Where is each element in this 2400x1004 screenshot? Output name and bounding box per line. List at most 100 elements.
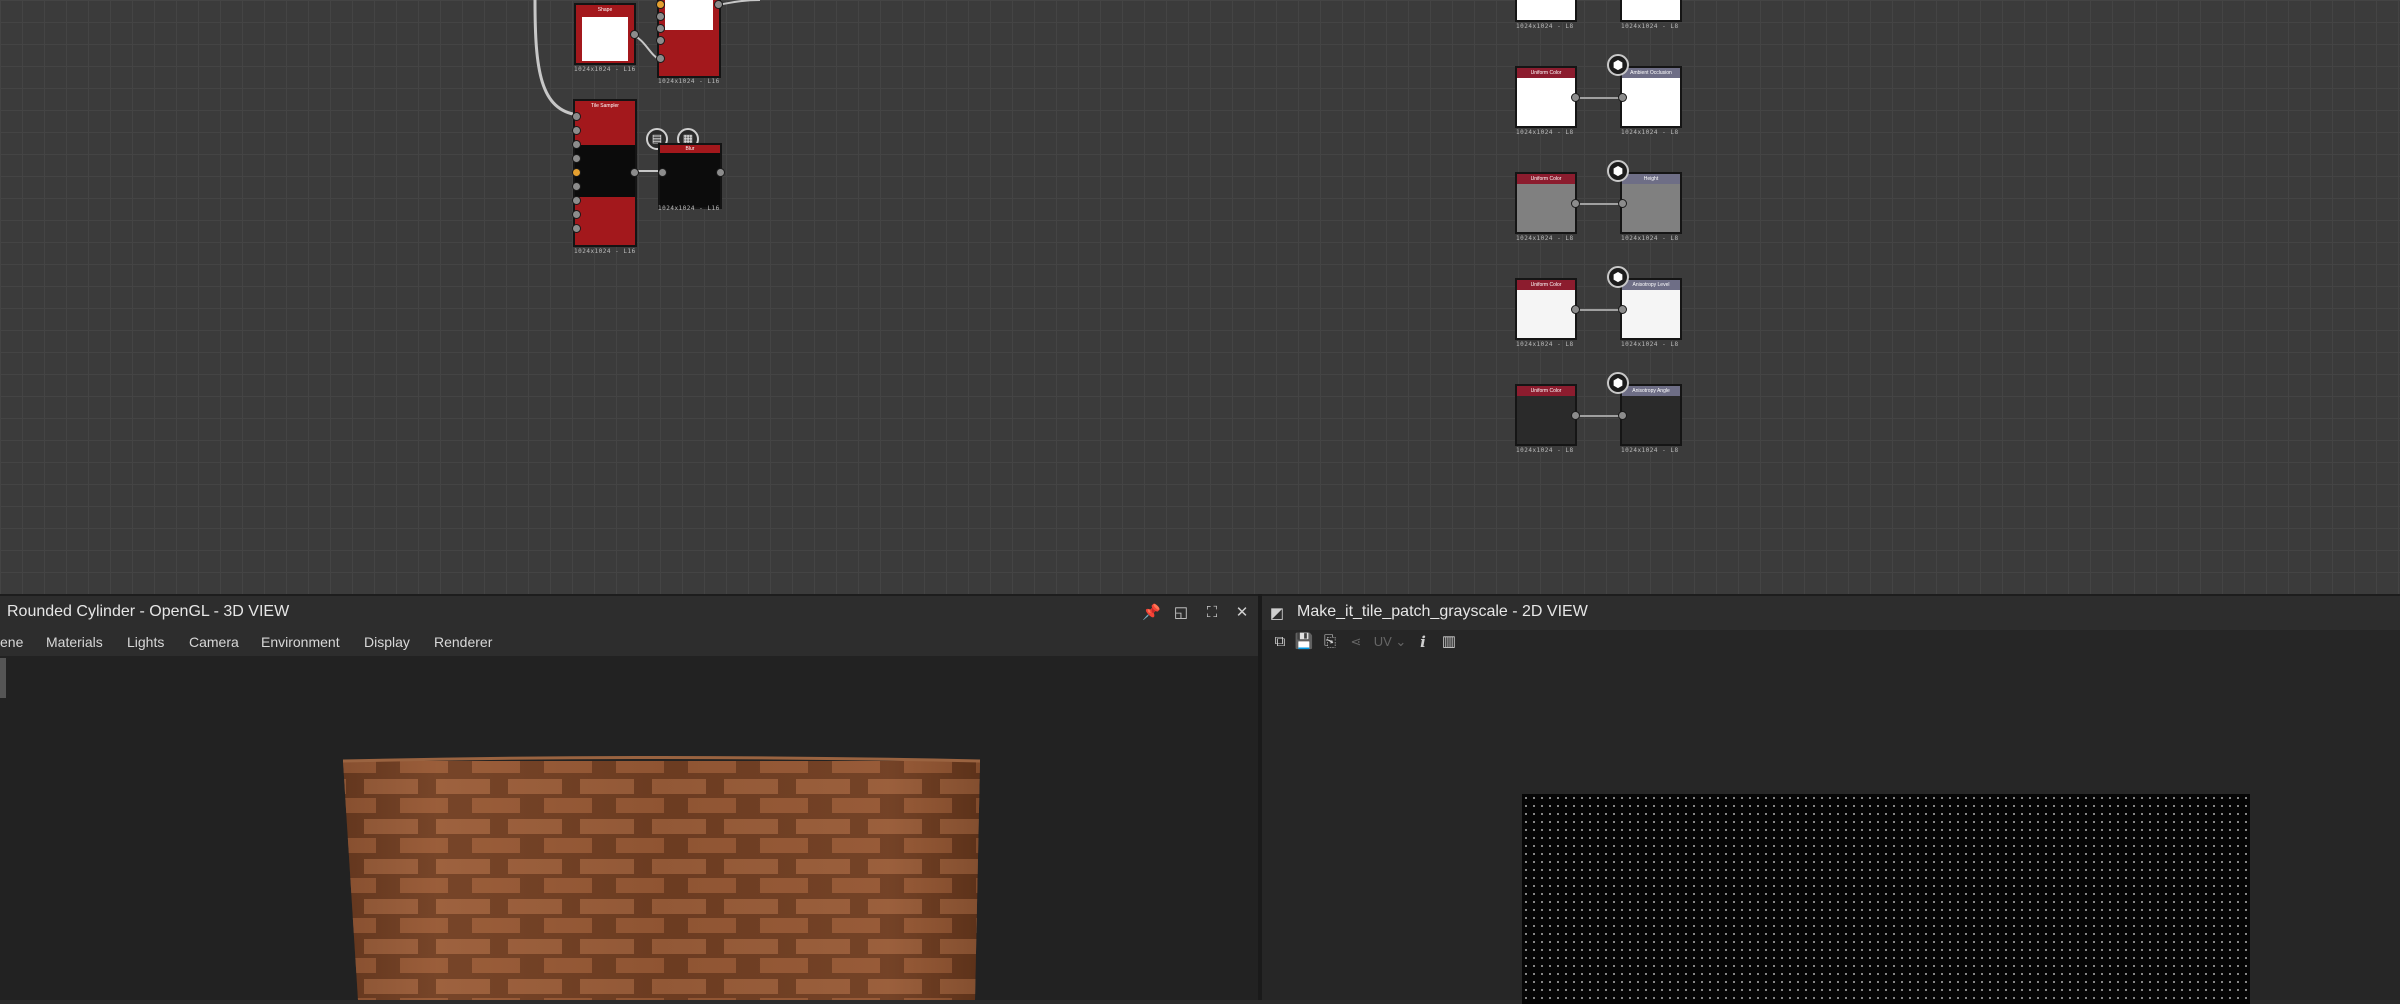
- uv-label: UV: [1373, 634, 1392, 649]
- node-title: Shape: [597, 7, 613, 13]
- view-icon[interactable]: ⧉: [1269, 630, 1291, 654]
- node-title: Tile Sampler: [591, 103, 619, 109]
- node-uniform-color[interactable]: Uniform Color: [1515, 172, 1577, 234]
- node-tile-sampler[interactable]: Tile Sampler: [573, 99, 637, 247]
- panel-titlebar[interactable]: ◩ Make_it_tile_patch_grayscale - 2D VIEW: [1262, 594, 2400, 630]
- node-resolution: 1024x1024 - L8: [1621, 235, 1679, 242]
- output-port[interactable]: [630, 30, 639, 39]
- input-port[interactable]: [656, 24, 665, 33]
- 2d-viewport[interactable]: [1262, 658, 2400, 1004]
- node-resolution: 1024x1024 - L16: [658, 205, 720, 212]
- input-port[interactable]: [656, 36, 665, 45]
- menu-lights[interactable]: Lights: [127, 634, 164, 650]
- node-blend[interactable]: [657, 0, 721, 78]
- copy-icon[interactable]: ⎘: [1319, 630, 1341, 654]
- node-uniform-color[interactable]: [1515, 0, 1577, 22]
- vertical-scrollbar[interactable]: [0, 658, 6, 698]
- histogram-icon[interactable]: ▥: [1438, 630, 1460, 654]
- node-blur[interactable]: Blur: [658, 143, 722, 209]
- node-resolution: 1024x1024 - L8: [1621, 341, 1679, 348]
- save-icon[interactable]: 💾: [1293, 630, 1315, 654]
- menu-scene[interactable]: ene: [0, 634, 23, 650]
- node-title: Anisotropy Level: [1622, 280, 1680, 290]
- input-port[interactable]: [572, 112, 581, 121]
- node-graph-canvas[interactable]: Shape 1024x1024 - L16 1024x1024 - L16 Ti…: [0, 0, 2400, 594]
- node-resolution: 1024x1024 - L8: [1516, 341, 1574, 348]
- output-usage-icon[interactable]: ⬢: [1607, 160, 1629, 182]
- node-output[interactable]: Height: [1620, 172, 1682, 234]
- maximize-icon[interactable]: ⛶: [1203, 604, 1221, 622]
- close-icon[interactable]: ✕: [1233, 604, 1251, 622]
- node-resolution: 1024x1024 - L16: [574, 248, 636, 255]
- node-title: Anisotropy Angle: [1622, 386, 1680, 396]
- node-shape[interactable]: Shape: [574, 3, 636, 65]
- cylinder-render: [342, 756, 981, 1000]
- wire-tile-input: [533, 0, 579, 117]
- menu-display[interactable]: Display: [364, 634, 410, 650]
- menu-materials[interactable]: Materials: [46, 634, 103, 650]
- node-resolution: 1024x1024 - L8: [1621, 23, 1679, 30]
- node-output[interactable]: Anisotropy Level: [1620, 278, 1682, 340]
- output-port[interactable]: [1571, 199, 1580, 208]
- texture-preview: [1522, 794, 2250, 1004]
- input-port[interactable]: [658, 168, 667, 177]
- input-port[interactable]: [572, 224, 581, 233]
- output-port[interactable]: [716, 168, 725, 177]
- input-port[interactable]: [572, 168, 581, 177]
- output-usage-icon[interactable]: ⬢: [1607, 372, 1629, 394]
- node-resolution: 1024x1024 - L8: [1516, 447, 1574, 454]
- node-output[interactable]: Anisotropy Angle: [1620, 384, 1682, 446]
- output-usage-icon[interactable]: ⬢: [1607, 54, 1629, 76]
- input-port[interactable]: [572, 182, 581, 191]
- node-resolution: 1024x1024 - L8: [1516, 235, 1574, 242]
- menu-bar: ene Materials Lights Camera Environment …: [0, 630, 1258, 657]
- node-title: Uniform Color: [1517, 280, 1575, 290]
- node-uniform-color[interactable]: Uniform Color: [1515, 384, 1577, 446]
- menu-environment[interactable]: Environment: [261, 634, 340, 650]
- input-port[interactable]: [656, 0, 665, 9]
- uv-dropdown[interactable]: UV ⌄: [1368, 630, 1412, 654]
- panel-title: Make_it_tile_patch_grayscale - 2D VIEW: [1297, 603, 1588, 620]
- input-port[interactable]: [1618, 411, 1627, 420]
- node-output[interactable]: [1620, 0, 1682, 22]
- output-port[interactable]: [1571, 411, 1580, 420]
- node-uniform-color[interactable]: Uniform Color: [1515, 66, 1577, 128]
- input-port[interactable]: [656, 12, 665, 21]
- node-title: Height: [1622, 174, 1680, 184]
- output-port[interactable]: [714, 0, 723, 9]
- input-port[interactable]: [1618, 93, 1627, 102]
- node-uniform-color[interactable]: Uniform Color: [1515, 278, 1577, 340]
- 3d-viewport[interactable]: [0, 656, 1258, 1000]
- input-port[interactable]: [1618, 199, 1627, 208]
- menu-renderer[interactable]: Renderer: [434, 634, 492, 650]
- node-output[interactable]: Ambient Occlusion: [1620, 66, 1682, 128]
- output-port[interactable]: [1571, 305, 1580, 314]
- output-port[interactable]: [1571, 93, 1580, 102]
- menu-camera[interactable]: Camera: [189, 634, 239, 650]
- panel-3d-view: Rounded Cylinder - OpenGL - 3D VIEW 📌 ◱ …: [0, 594, 1258, 1000]
- node-resolution: 1024x1024 - L16: [574, 66, 636, 73]
- input-port[interactable]: [572, 140, 581, 149]
- panel-titlebar[interactable]: Rounded Cylinder - OpenGL - 3D VIEW 📌 ◱ …: [0, 594, 1258, 630]
- float-icon[interactable]: ◱: [1172, 604, 1190, 622]
- input-port[interactable]: [1618, 305, 1627, 314]
- input-port[interactable]: [656, 54, 665, 63]
- output-port[interactable]: [630, 168, 639, 177]
- share-icon: ⋖: [1350, 634, 1362, 649]
- node-thumbnail: [665, 0, 713, 30]
- pin-icon[interactable]: 📌: [1142, 604, 1161, 622]
- info-icon[interactable]: i: [1412, 630, 1434, 654]
- input-port[interactable]: [572, 196, 581, 205]
- view-2d-icon: ◩: [1269, 605, 1285, 622]
- connection-link: [1577, 97, 1622, 99]
- graph-wires: [533, 0, 761, 172]
- node-resolution: 1024x1024 - L16: [658, 78, 720, 85]
- input-port[interactable]: [572, 126, 581, 135]
- connection-link: [1577, 203, 1622, 205]
- input-port[interactable]: [572, 154, 581, 163]
- node-title: Uniform Color: [1517, 174, 1575, 184]
- connection-link: [1577, 309, 1622, 311]
- node-thumbnail: [582, 17, 628, 61]
- input-port[interactable]: [572, 210, 581, 219]
- output-usage-icon[interactable]: ⬢: [1607, 266, 1629, 288]
